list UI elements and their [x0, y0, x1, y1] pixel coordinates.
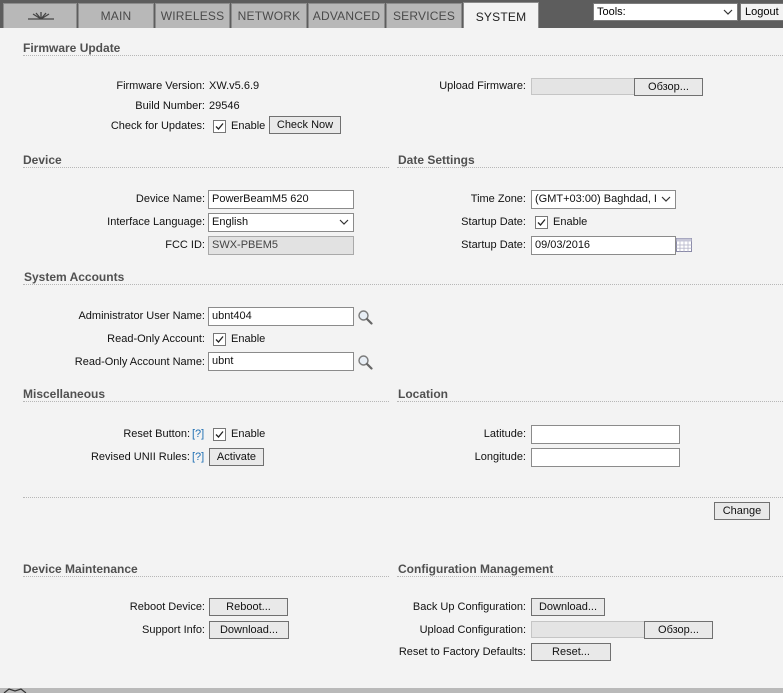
divider: [397, 576, 783, 577]
interface-language-label: Interface Language:: [107, 216, 205, 228]
chevron-down-icon: [723, 9, 733, 15]
latitude-input[interactable]: [531, 425, 680, 444]
divider: [23, 167, 389, 168]
device-maintenance-section-title: Device Maintenance: [23, 562, 138, 576]
tab-system[interactable]: SYSTEM: [463, 2, 539, 29]
divider: [23, 284, 783, 285]
read-only-account-label: Read-Only Account:: [107, 333, 205, 345]
support-info-label: Support Info:: [142, 624, 205, 636]
checkmark-icon: [537, 219, 546, 226]
system-accounts-section-title: System Accounts: [24, 270, 125, 284]
date-settings-section-title: Date Settings: [398, 153, 475, 167]
magnifier-icon[interactable]: [357, 309, 373, 325]
latitude-label: Latitude:: [483, 428, 526, 440]
build-number-value: 29546: [209, 100, 240, 112]
fcc-id-label: FCC ID:: [165, 239, 205, 251]
read-only-name-label: Read-Only Account Name:: [74, 356, 205, 368]
startup-date-checkbox[interactable]: [535, 216, 548, 229]
upload-firmware-browse-button[interactable]: Обзор...: [634, 78, 703, 96]
device-name-label: Device Name:: [135, 193, 205, 205]
divider: [397, 401, 783, 402]
upload-firmware-field[interactable]: [531, 78, 635, 95]
firmware-section-title: Firmware Update: [23, 41, 121, 55]
checkmark-icon: [215, 431, 224, 438]
device-section-title: Device: [23, 153, 62, 167]
tab-main[interactable]: MAIN: [78, 3, 154, 28]
tab-services[interactable]: SERVICES: [386, 3, 462, 28]
upload-firmware-label: Upload Firmware:: [439, 80, 526, 92]
top-tab-bar: MAIN WIRELESS NETWORK ADVANCED SERVICES …: [0, 0, 783, 29]
backup-config-download-button[interactable]: Download...: [531, 598, 605, 616]
upload-config-field[interactable]: [531, 621, 645, 638]
divider: [23, 55, 783, 56]
firmware-version-value: XW.v5.6.9: [209, 80, 260, 92]
location-section-title: Location: [398, 387, 448, 401]
startup-date-enable-text: Enable: [553, 216, 588, 228]
activate-button[interactable]: Activate: [209, 448, 264, 466]
support-info-download-button[interactable]: Download...: [209, 621, 289, 639]
reset-button-enable-text: Enable: [231, 428, 266, 440]
startup-date-input[interactable]: 09/03/2016: [531, 236, 676, 255]
check-updates-enable-label: Enable: [231, 120, 266, 132]
check-updates-label: Check for Updates:: [110, 120, 205, 132]
miscellaneous-section-title: Miscellaneous: [23, 387, 106, 401]
time-zone-label: Time Zone:: [470, 193, 526, 205]
tab-logo[interactable]: [3, 3, 77, 28]
admin-user-input[interactable]: ubnt404: [208, 307, 354, 326]
configuration-management-section-title: Configuration Management: [398, 562, 554, 576]
read-only-account-enable-text: Enable: [231, 333, 266, 345]
upload-config-label: Upload Configuration:: [419, 624, 526, 636]
system-panel: Firmware Update Firmware Version: XW.v5.…: [0, 28, 783, 688]
time-zone-value: (GMT+03:00) Baghdad, I: [535, 193, 657, 205]
divider: [397, 167, 783, 168]
longitude-label: Longitude:: [474, 451, 526, 463]
read-only-account-checkbox[interactable]: [213, 333, 226, 346]
longitude-input[interactable]: [531, 448, 680, 467]
divider: [23, 401, 389, 402]
reboot-button[interactable]: Reboot...: [209, 598, 288, 616]
tab-advanced[interactable]: ADVANCED: [308, 3, 385, 28]
magnifier-icon[interactable]: [357, 354, 373, 370]
reset-button-label: Reset Button:: [123, 428, 190, 440]
factory-reset-button[interactable]: Reset...: [531, 643, 611, 661]
check-updates-checkbox[interactable]: [213, 120, 226, 133]
checkmark-icon: [215, 336, 224, 343]
logout-button[interactable]: Logout: [740, 3, 783, 21]
check-now-button[interactable]: Check Now: [269, 116, 341, 134]
interface-language-select[interactable]: English: [208, 213, 354, 232]
bottom-bar: [0, 688, 783, 693]
reboot-device-label: Reboot Device:: [129, 601, 205, 613]
ubiquiti-logo-icon: [3, 688, 27, 693]
backup-config-label: Back Up Configuration:: [412, 601, 526, 613]
ubiquiti-logo-icon: [28, 12, 54, 20]
factory-reset-label: Reset to Factory Defaults:: [398, 646, 526, 658]
calendar-icon[interactable]: [676, 237, 692, 252]
interface-language-value: English: [212, 216, 249, 228]
reset-button-checkbox[interactable]: [213, 428, 226, 441]
time-zone-select[interactable]: (GMT+03:00) Baghdad, I: [531, 190, 676, 209]
upload-config-browse-button[interactable]: Обзор...: [644, 621, 713, 639]
tools-select[interactable]: Tools:: [593, 3, 738, 21]
divider: [23, 576, 389, 577]
build-number-label: Build Number:: [135, 100, 205, 112]
admin-user-label: Administrator User Name:: [78, 310, 205, 322]
firmware-version-label: Firmware Version:: [116, 80, 205, 92]
startup-date-enable-label: Startup Date:: [461, 216, 526, 228]
startup-date-label: Startup Date:: [461, 239, 526, 251]
revised-unii-help-link[interactable]: [?]: [192, 451, 204, 463]
tab-wireless[interactable]: WIRELESS: [155, 3, 230, 28]
tab-network[interactable]: NETWORK: [231, 3, 307, 28]
revised-unii-label: Revised UNII Rules:: [90, 451, 190, 463]
checkmark-icon: [215, 123, 224, 130]
divider: [23, 497, 783, 498]
chevron-down-icon: [660, 193, 672, 206]
fcc-id-field: SWX-PBEM5: [208, 236, 354, 255]
change-button[interactable]: Change: [714, 502, 770, 520]
chevron-down-icon: [339, 219, 349, 225]
reset-button-help-link[interactable]: [?]: [192, 428, 204, 440]
tools-select-value: Tools:: [597, 6, 626, 18]
device-name-input[interactable]: PowerBeamM5 620: [208, 190, 354, 209]
read-only-name-input[interactable]: ubnt: [208, 352, 354, 371]
